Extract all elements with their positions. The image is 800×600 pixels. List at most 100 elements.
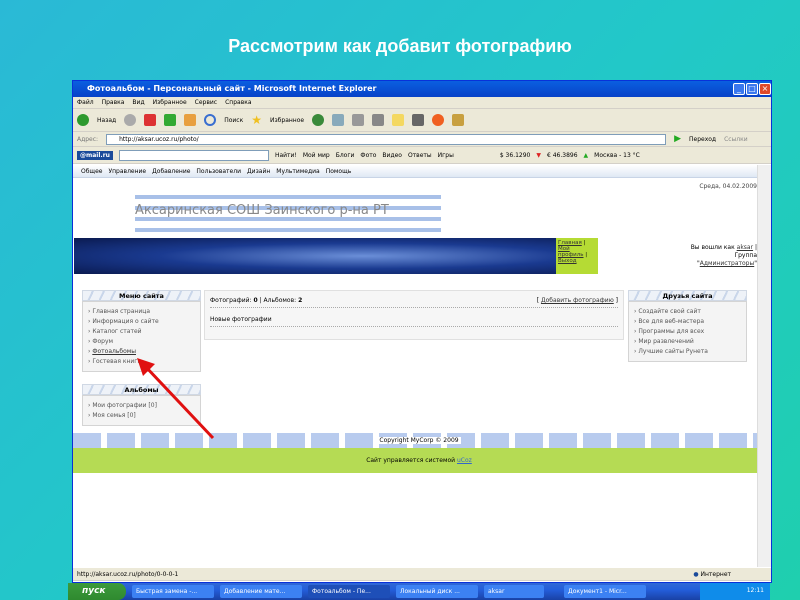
friend-link[interactable]: Лучшие сайты Рунета [638, 348, 708, 355]
mailbar-item[interactable]: Мой мир [303, 152, 330, 159]
group-label: Группа [734, 252, 757, 259]
start-button[interactable]: пуск [68, 583, 126, 600]
ucoz-link[interactable]: uCoz [457, 457, 472, 464]
links-label[interactable]: Ссылки [724, 136, 748, 143]
search-button[interactable]: Поиск [224, 117, 243, 124]
logout-link[interactable]: Выход [558, 258, 577, 264]
album-link[interactable]: Моя семья [0] [92, 412, 135, 419]
friend-link[interactable]: Все для веб-мастера [638, 318, 704, 325]
user-links: Главная | Мой профиль | Выход [556, 238, 598, 274]
vertical-scrollbar[interactable] [757, 165, 771, 567]
taskbar-item-active[interactable]: Фотоальбом - Пе... [308, 585, 390, 598]
mailbar-item[interactable]: Видео [382, 152, 402, 159]
system-tray: 12:11 [700, 583, 770, 600]
nav-item[interactable]: Пользователи [196, 168, 241, 177]
go-button[interactable]: Переход [689, 136, 716, 143]
taskbar-item[interactable]: Локальный диск ... [396, 585, 478, 598]
mailbar-item[interactable]: Фото [360, 152, 376, 159]
menu-favorites[interactable]: Избранное [153, 99, 187, 106]
add-photo-link[interactable]: Добавить фотографию [541, 297, 614, 304]
nav-item[interactable]: Дизайн [247, 168, 270, 177]
taskbar-item[interactable]: Добавление мате... [220, 585, 302, 598]
nav-item[interactable]: Общее [81, 168, 102, 177]
ucoz-admin-nav: Общее Управление Добавление Пользователи… [73, 165, 771, 178]
photos-count: 0 [253, 297, 258, 304]
taskbar-item[interactable]: Быстрая замена -... [132, 585, 214, 598]
nav-item[interactable]: Управление [108, 168, 146, 177]
close-button[interactable]: × [759, 83, 771, 95]
home-icon[interactable] [184, 114, 197, 126]
friend-link[interactable]: Мир развлечений [638, 338, 694, 345]
weather[interactable]: Москва - 13 °C [594, 152, 640, 159]
albums-label: Альбомов: [263, 297, 297, 304]
menu-link-photoalbums[interactable]: Фотоальбомы [92, 348, 136, 355]
menu-tools[interactable]: Сервис [195, 99, 217, 106]
status-url: http://aksar.ucoz.ru/photo/0-0-0-1 [77, 570, 179, 578]
mailbar-item[interactable]: Ответы [408, 152, 432, 159]
find-button[interactable]: Найти! [275, 152, 297, 159]
eur-rate[interactable]: € 46.3896 [547, 152, 578, 159]
site-logo-banner: Аксаринская СОШ Заинского р-на РТ [135, 191, 441, 237]
stop-icon[interactable] [144, 114, 157, 126]
mailbar-item[interactable]: Игры [438, 152, 454, 159]
history-icon[interactable] [312, 114, 325, 126]
refresh-icon[interactable] [164, 114, 177, 126]
menu-link[interactable]: Главная страница [92, 308, 150, 315]
nav-item[interactable]: Мультимедиа [276, 168, 319, 177]
taskbar-item[interactable]: Документ1 - Micr... [564, 585, 646, 598]
friend-link[interactable]: Программы для всех [638, 328, 704, 335]
username-link[interactable]: aksar [737, 244, 753, 251]
mailru-search-input[interactable] [118, 149, 269, 161]
header-banner [74, 238, 556, 274]
friends-title: Друзья сайта [628, 290, 747, 301]
menu-link[interactable]: Каталог статей [92, 328, 141, 335]
usd-rate[interactable]: $ 36.1290 [500, 152, 531, 159]
go-arrow-icon[interactable]: ▶ [674, 134, 681, 144]
forward-arrow-icon[interactable] [124, 114, 137, 126]
slide-title: Рассмотрим как добавит фотографию [228, 36, 572, 56]
site-logo-text: Аксаринская СОШ Заинского р-на РТ [135, 203, 389, 218]
powered-text: Сайт управляется системой [366, 457, 456, 464]
menu-bar: Файл Правка Вид Избранное Сервис Справка [73, 97, 771, 109]
print-icon[interactable] [352, 114, 365, 126]
kaspersky-icon[interactable] [412, 114, 425, 126]
search-icon[interactable] [204, 114, 217, 126]
taskbar-item[interactable]: aksar [484, 585, 544, 598]
friends-box: Друзья сайта › Создайте свой сайт › Все … [628, 290, 747, 362]
mailbar-item[interactable]: Блоги [336, 152, 355, 159]
favorites-star-icon[interactable]: ★ [251, 113, 262, 127]
page-content: Среда, 04.02.2009 Аксаринская СОШ Заинск… [73, 179, 765, 564]
back-button[interactable]: Назад [97, 117, 116, 124]
maximize-button[interactable]: □ [746, 83, 758, 95]
mail-icon[interactable] [332, 114, 345, 126]
messenger-icon[interactable] [452, 114, 465, 126]
address-label: Адрес: [77, 135, 99, 143]
friend-link[interactable]: Создайте свой сайт [638, 308, 701, 315]
footer-powered: Сайт управляется системой uCoz [73, 448, 765, 473]
edit-icon[interactable] [372, 114, 385, 126]
nav-item[interactable]: Помощь [326, 168, 352, 177]
profile-link[interactable]: Мой профиль [558, 246, 584, 258]
menu-link[interactable]: Форум [92, 338, 113, 345]
login-prefix: Вы вошли как [690, 244, 735, 251]
address-input[interactable]: http://aksar.ucoz.ru/photo/ [106, 133, 667, 145]
menu-file[interactable]: Файл [77, 99, 94, 106]
group-link[interactable]: Администраторы [700, 260, 755, 267]
favorites-button[interactable]: Избранное [270, 117, 304, 124]
menu-link[interactable]: Информация о сайте [92, 318, 158, 325]
minimize-button[interactable]: _ [733, 83, 745, 95]
menu-edit[interactable]: Правка [102, 99, 125, 106]
back-arrow-icon[interactable] [77, 114, 89, 126]
notes-icon[interactable] [392, 114, 405, 126]
date: Среда, 04.02.2009 [699, 183, 757, 190]
menu-view[interactable]: Вид [132, 99, 144, 106]
browser-window: Фотоальбом - Персональный сайт - Microso… [72, 80, 772, 583]
login-info: Вы вошли как aksar | Группа "Администрат… [690, 244, 757, 267]
nav-item[interactable]: Добавление [152, 168, 190, 177]
at-icon[interactable] [432, 114, 445, 126]
menu-help[interactable]: Справка [225, 99, 251, 106]
address-bar: Адрес: http://aksar.ucoz.ru/photo/ ▶ Пер… [73, 132, 771, 147]
title-bar: Фотоальбом - Персональный сайт - Microso… [73, 81, 771, 97]
site-menu-title: Меню сайта [82, 290, 201, 301]
mailru-logo[interactable]: @mail.ru [77, 150, 113, 160]
